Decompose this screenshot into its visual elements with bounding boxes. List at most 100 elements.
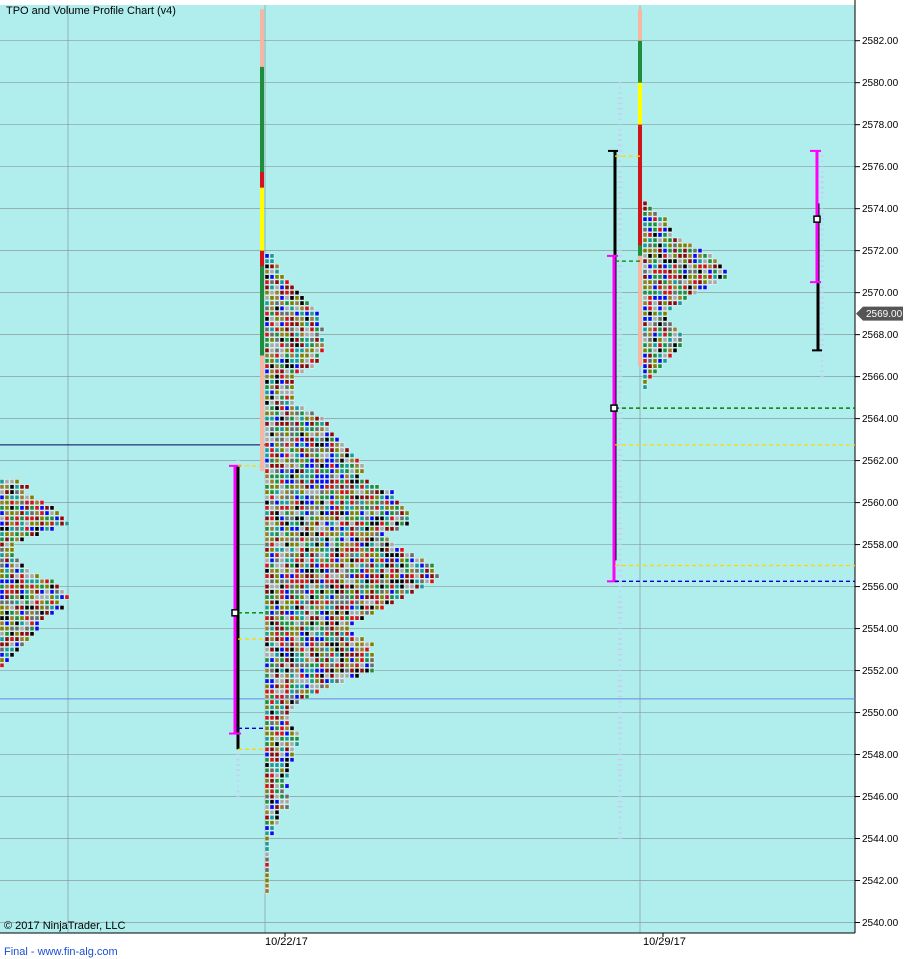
profile-week2-tpo-cell <box>717 269 723 274</box>
profile-week1-tpo-cell <box>284 605 290 610</box>
profile-week1-tpo-cell <box>279 479 285 484</box>
profile-week1-tpo-cell <box>359 610 365 616</box>
profile-week1-tpo-cell <box>324 495 330 500</box>
profile-week1-tpo-cell <box>304 547 310 553</box>
profile-prior-tpo-cell <box>39 599 45 605</box>
profile-week1-tpo-cell <box>284 384 290 390</box>
profile-week1-tpo-cell <box>369 531 375 537</box>
profile-week1-tpo-cell <box>334 620 340 626</box>
profile-week1-tpo-cell <box>349 474 355 479</box>
profile-week1-tpo-cell <box>289 495 295 500</box>
profile-week1-tpo-cell <box>299 558 305 563</box>
profile-prior-tpo-cell <box>9 631 15 637</box>
profile-prior-tpo-cell <box>4 510 10 516</box>
profile-week1-tpo-cell <box>344 599 350 605</box>
profile-week1-tpo-cell <box>299 432 305 437</box>
profile-week1-tpo-cell <box>369 652 375 658</box>
profile-week1-tpo-cell <box>269 736 275 742</box>
profile-week1-tpo-cell <box>379 579 385 584</box>
profile-week1-tpo-cell <box>364 662 370 668</box>
profile-week2-tpo-cell <box>657 353 663 358</box>
profile-week2-tpo-cell <box>712 258 718 264</box>
profile-week1-tpo-cell <box>264 599 270 605</box>
profile-week1-tpo-cell <box>299 683 305 689</box>
profile-week1-tpo-cell <box>274 584 280 589</box>
profile-prior-tpo-cell <box>49 589 55 595</box>
profile-week2-tpo-cell <box>722 274 728 280</box>
profile-week1-tpo-cell <box>424 568 430 574</box>
profile-week1-tpo-cell <box>359 521 365 526</box>
profile-week1-tpo-cell <box>324 510 330 516</box>
profile-week1-tpo-cell <box>269 337 275 343</box>
profile-week1-tpo-cell <box>289 468 295 474</box>
profile-prior-tpo-cell <box>9 479 15 484</box>
profile-week1-tpo-cell <box>264 762 270 768</box>
profile-week1-tpo-cell <box>374 526 380 532</box>
profile-week2-tpo-cell <box>667 279 673 285</box>
profile-week1-tpo-cell <box>354 668 360 673</box>
profile-week1-tpo-cell <box>279 710 285 715</box>
profile-week1-tpo-cell <box>269 568 275 574</box>
profile-week1-tpo-cell <box>264 453 270 458</box>
profile-week1-tpo-cell <box>359 526 365 532</box>
profile-week1-tpo-cell <box>374 537 380 542</box>
profile-prior-tpo-cell <box>0 479 5 484</box>
profile-week1-tpo-cell <box>294 342 300 348</box>
profile-week1-tpo-cell <box>279 395 285 400</box>
profile-week1-tpo-cell <box>319 458 325 463</box>
profile-week1-tpo-cell <box>294 348 300 353</box>
profile-week2-tpo-cell <box>647 353 653 358</box>
profile-week1-tpo-cell <box>274 620 280 626</box>
profile-week2-tpo-cell <box>682 279 688 285</box>
profile-week1-tpo-cell <box>349 468 355 474</box>
volume-bar <box>236 764 240 766</box>
profile-week1-tpo-cell <box>349 500 355 505</box>
profile-prior-tpo-cell <box>54 599 60 605</box>
profile-week1-tpo-cell <box>339 615 345 621</box>
profile-prior-tpo-cell <box>4 652 10 658</box>
profile-week1-tpo-cell <box>279 594 285 600</box>
y-tick-label: 2574.00 <box>862 204 899 215</box>
volume-bar <box>820 254 824 257</box>
profile-week1-tpo-cell <box>419 568 425 574</box>
profile-prior-tpo-cell <box>0 500 5 505</box>
profile-week1-tpo-cell <box>294 458 300 463</box>
profile-week1-tpo-cell <box>374 599 380 605</box>
profile-prior-tpo-cell <box>0 647 5 652</box>
footer-link[interactable]: Final - www.fin-alg.com <box>4 946 118 958</box>
profile-week1-tpo-cell <box>264 778 270 784</box>
profile-week1-tpo-cell <box>429 573 435 579</box>
profile-week1-tpo-cell <box>314 458 320 463</box>
profile-week1-tpo-cell <box>304 568 310 574</box>
volume-bar <box>617 695 623 698</box>
profile-week1-tpo-cell <box>269 662 275 668</box>
profile-prior-tpo-cell <box>4 500 10 505</box>
profile-week1-tpo-cell <box>269 699 275 705</box>
profile-week1-tpo-cell <box>294 311 300 316</box>
profile-week1-tpo-cell <box>299 547 305 553</box>
profile-week1-tpo-cell <box>344 495 350 500</box>
profile-week1-tpo-cell <box>359 573 365 579</box>
profile-week1-tpo-cell <box>289 300 295 306</box>
profile-week1-tpo-cell <box>289 384 295 390</box>
profile-week1-tpo-cell <box>269 804 275 810</box>
volume-bar <box>617 212 623 215</box>
profile-week2-tpo-cell <box>677 342 683 348</box>
profile-week1-tpo-cell <box>304 589 310 595</box>
profile-week1-tpo-cell <box>289 374 295 379</box>
profile-week1-tpo-cell <box>349 615 355 621</box>
profile-week1-tpo-cell <box>334 657 340 663</box>
profile-week2-tpo-cell <box>657 285 663 290</box>
profile-week1-tpo-cell <box>274 526 280 532</box>
profile-week1-tpo-cell <box>379 547 385 553</box>
profile-week1-tpo-cell <box>274 437 280 442</box>
profile-week1-tpo-cell <box>264 526 270 532</box>
profile-week1-tpo-cell <box>264 416 270 421</box>
profile-week1-tpo-cell <box>284 300 290 306</box>
profile-week1-tpo-cell <box>284 510 290 516</box>
profile-prior-tpo-cell <box>44 610 50 616</box>
profile-week1-tpo-cell <box>269 799 275 805</box>
profile-week1-tpo-cell <box>264 258 270 264</box>
profile-week1-tpo-cell <box>339 479 345 484</box>
profile-week1-tpo-cell <box>304 657 310 663</box>
